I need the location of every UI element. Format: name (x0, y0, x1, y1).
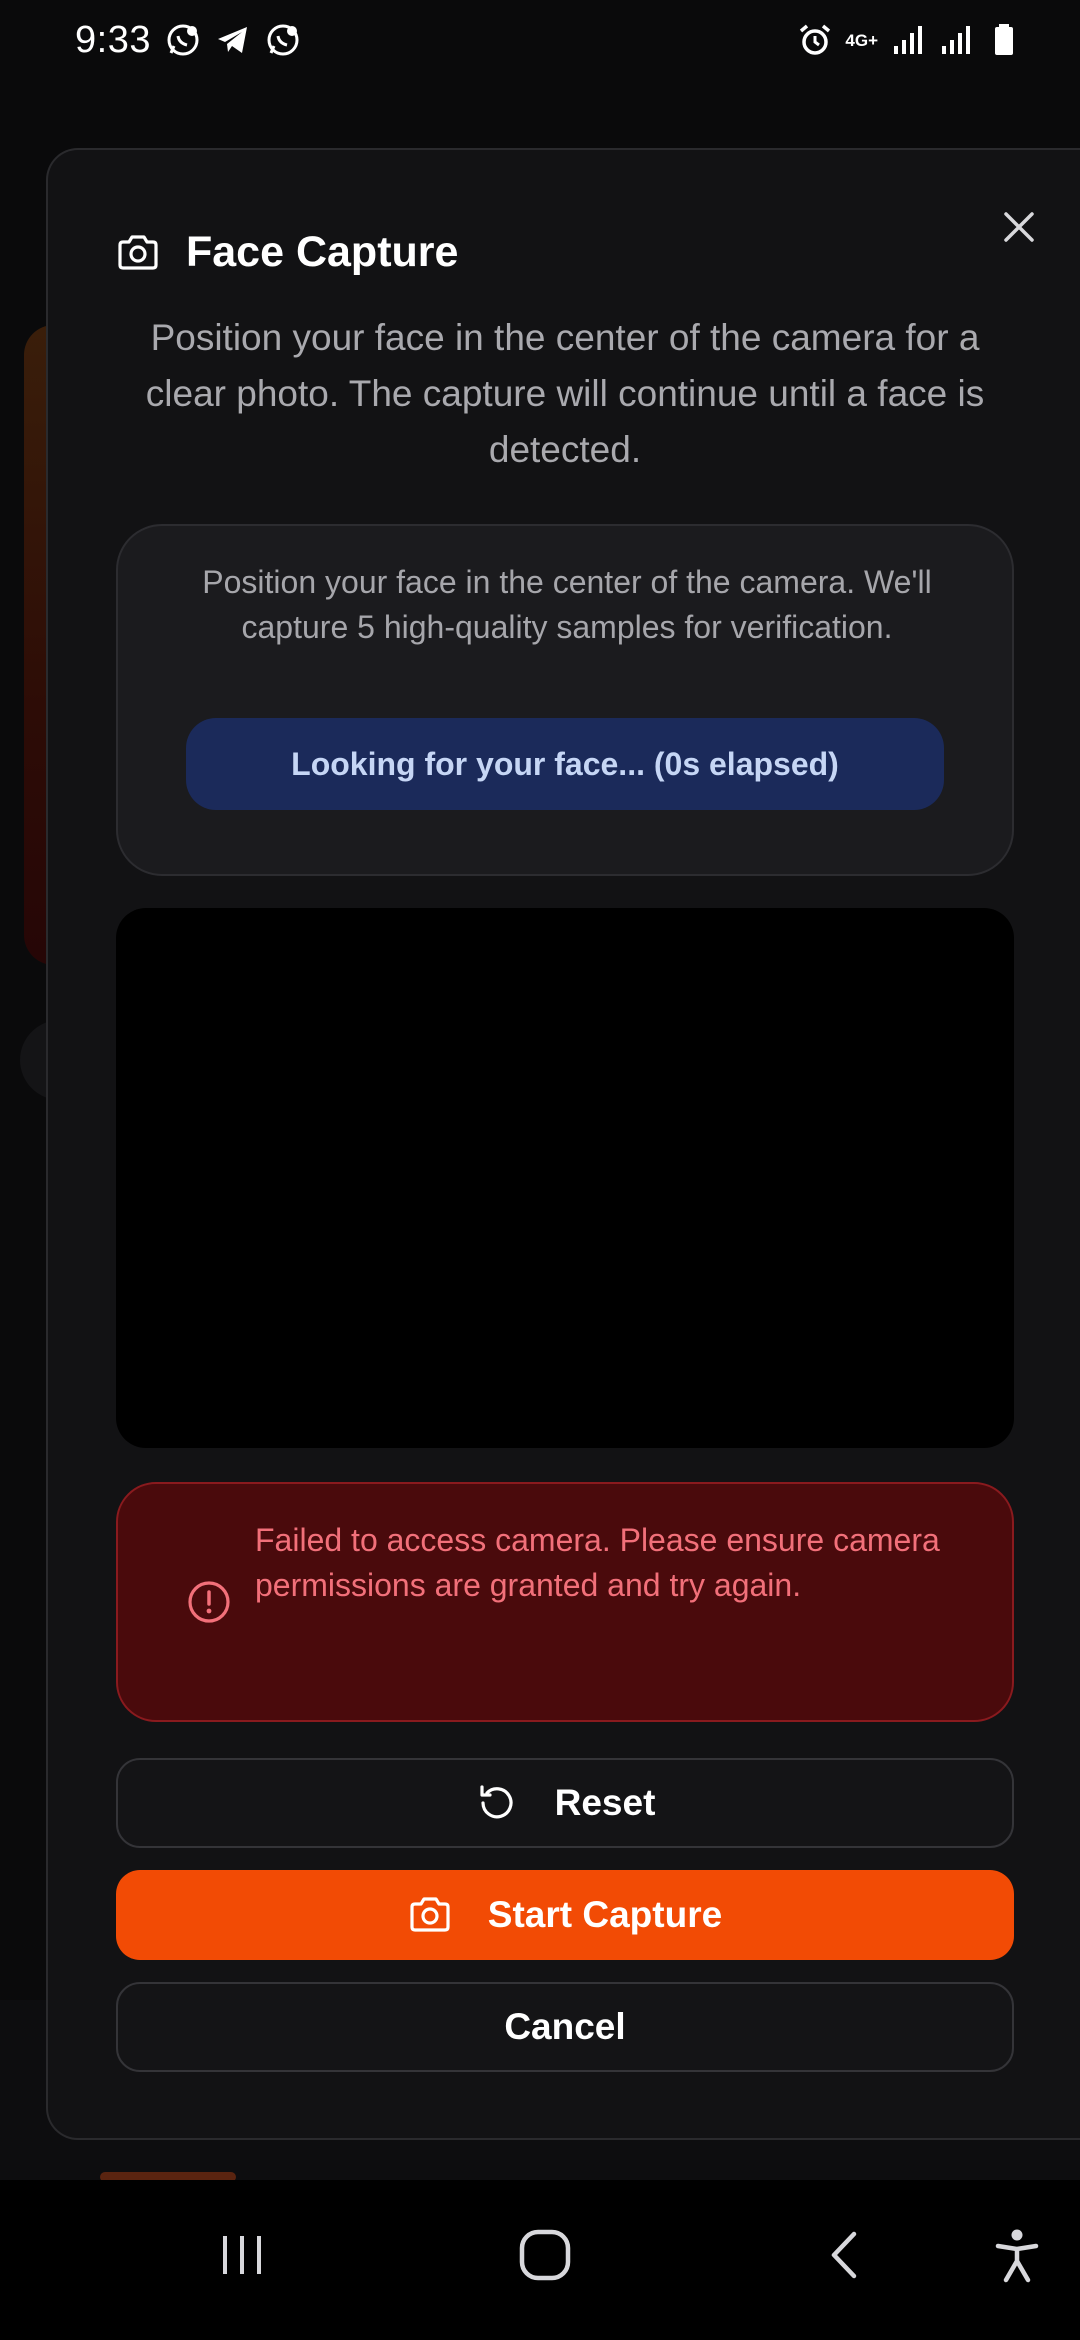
status-right: 4G+ (797, 22, 1022, 58)
telegram-icon (215, 22, 251, 58)
recents-icon (223, 2236, 261, 2274)
accessibility-button[interactable] (972, 2220, 1062, 2290)
error-alert: Failed to access camera. Please ensure c… (116, 1482, 1014, 1722)
camera-preview (116, 908, 1014, 1448)
whatsapp-business-icon (165, 22, 201, 58)
instructions-text: Position your face in the center of the … (202, 564, 932, 645)
face-capture-modal: Face Capture Position your face in the c… (46, 148, 1080, 2140)
status-left: 9:33 (75, 19, 301, 62)
modal-description: Position your face in the center of the … (145, 317, 985, 470)
modal-title: Face Capture (186, 228, 459, 276)
camera-icon (118, 234, 158, 270)
back-button[interactable] (800, 2220, 890, 2290)
whatsapp-business-icon (265, 22, 301, 58)
cancel-label: Cancel (504, 2006, 626, 2047)
recents-button[interactable] (197, 2220, 287, 2290)
network-type: 4G+ (845, 30, 878, 50)
signal-icon (938, 22, 974, 58)
reset-button[interactable]: Reset (116, 1758, 1014, 1848)
close-button[interactable] (994, 202, 1044, 252)
home-button[interactable] (500, 2220, 590, 2290)
detection-status-badge: Looking for your face... (0s elapsed) (186, 718, 944, 810)
battery-icon (986, 22, 1022, 58)
close-icon (1004, 212, 1034, 242)
start-capture-label: Start Capture (487, 1894, 723, 1935)
home-icon (519, 2229, 571, 2281)
error-message: Failed to access camera. Please ensure c… (255, 1522, 940, 1603)
status-time: 9:33 (75, 18, 151, 61)
status-bar: 9:33 4G+ (0, 0, 1080, 80)
rotate-ccw-icon (475, 1781, 519, 1825)
alarm-icon (797, 22, 833, 58)
modal-header: Face Capture (116, 228, 458, 277)
cancel-button[interactable]: Cancel (116, 1982, 1014, 2072)
accessibility-icon (995, 2229, 1039, 2283)
system-navigation-bar (0, 2180, 1080, 2340)
instructions-card: Position your face in the center of the … (116, 524, 1014, 876)
back-icon (831, 2231, 857, 2279)
start-capture-button[interactable]: Start Capture (116, 1870, 1014, 1960)
signal-icon (890, 22, 926, 58)
reset-label: Reset (554, 1782, 656, 1823)
camera-icon (408, 1893, 452, 1937)
alert-circle-icon (188, 1581, 230, 1623)
